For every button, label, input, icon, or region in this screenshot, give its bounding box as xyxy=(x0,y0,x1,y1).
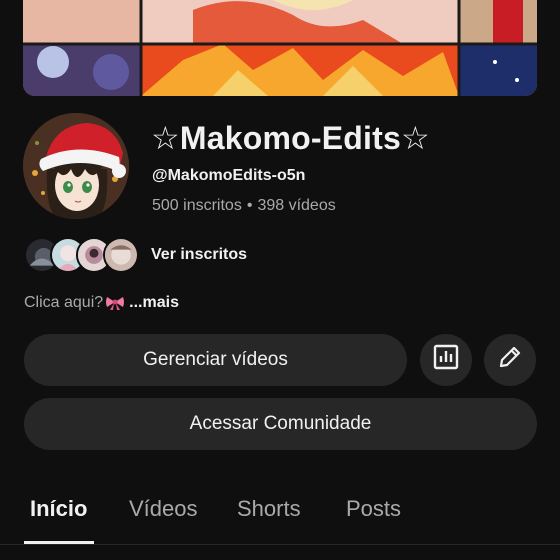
subscriber-count: 500 inscritos xyxy=(152,197,242,214)
pencil-icon xyxy=(496,343,524,377)
channel-name: ☆Makomo-Edits☆ xyxy=(151,120,430,156)
tabs-divider xyxy=(0,544,560,545)
subscriber-avatars xyxy=(24,237,139,273)
channel-description[interactable]: Clica aqui? ...mais xyxy=(24,294,179,312)
tab-posts[interactable]: Posts xyxy=(346,496,401,522)
stats-separator: • xyxy=(246,197,253,214)
channel-tabs: Início Vídeos Shorts Posts xyxy=(0,470,560,560)
subscribers-preview[interactable]: Ver inscritos xyxy=(24,237,247,273)
description-text: Clica aqui? xyxy=(24,294,104,311)
subscriber-avatar xyxy=(103,237,139,273)
more-link[interactable]: ...mais xyxy=(129,294,179,312)
community-button[interactable]: Acessar Comunidade xyxy=(24,398,537,450)
ribbon-bow-icon xyxy=(105,295,125,311)
avatar-artwork xyxy=(23,113,129,219)
tab-videos[interactable]: Vídeos xyxy=(129,496,198,522)
analytics-icon xyxy=(432,343,460,377)
view-subscribers-link[interactable]: Ver inscritos xyxy=(151,246,247,264)
channel-banner xyxy=(23,0,537,96)
channel-stats: 500 inscritos • 398 vídeos xyxy=(152,197,336,215)
tab-shorts[interactable]: Shorts xyxy=(237,496,301,522)
tab-home[interactable]: Início xyxy=(30,496,87,522)
manage-videos-label: Gerenciar vídeos xyxy=(143,349,288,370)
edit-channel-button[interactable] xyxy=(484,334,536,386)
banner-artwork xyxy=(23,0,537,96)
channel-avatar[interactable] xyxy=(23,113,129,219)
manage-videos-button[interactable]: Gerenciar vídeos xyxy=(24,334,407,386)
community-label: Acessar Comunidade xyxy=(189,413,372,434)
channel-handle: @MakomoEdits-o5n xyxy=(152,167,306,184)
analytics-button[interactable] xyxy=(420,334,472,386)
video-count: 398 vídeos xyxy=(257,197,336,214)
